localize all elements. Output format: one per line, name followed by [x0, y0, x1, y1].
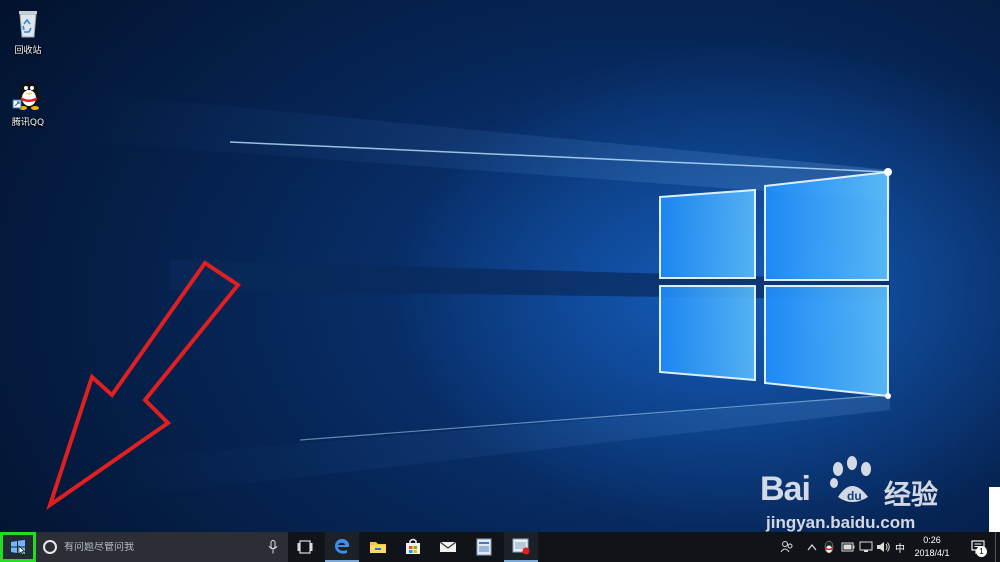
desktop: 回收站 腾讯QQ Bai du 经验 jingyan.baidu.com [0, 0, 1000, 532]
svg-text:du: du [847, 489, 862, 503]
task-view-icon [297, 540, 313, 554]
people-icon [780, 541, 793, 553]
show-desktop-button[interactable] [995, 532, 1000, 562]
volume-icon [877, 542, 890, 552]
search-input[interactable] [64, 541, 260, 553]
baidu-jingyan-watermark: Bai du 经验 jingyan.baidu.com [760, 455, 1000, 532]
windows-logo-icon [11, 540, 26, 555]
tray-ime[interactable]: 中 [893, 532, 907, 562]
edge-icon [335, 539, 350, 554]
microphone-icon[interactable] [268, 540, 278, 554]
tray-battery[interactable] [840, 532, 856, 562]
tray-volume[interactable] [875, 532, 891, 562]
desktop-icon-recycle-bin[interactable]: 回收站 [0, 6, 56, 56]
tray-people[interactable] [778, 532, 796, 562]
search-box[interactable] [36, 532, 288, 562]
chevron-up-icon [807, 544, 817, 551]
desktop-icon-label: 回收站 [14, 46, 42, 56]
app-window-red-icon [512, 538, 530, 555]
paw-icon: du [830, 456, 871, 503]
watermark-brand-cn: 经验 [884, 480, 938, 511]
network-icon [859, 541, 873, 552]
tray-network[interactable] [858, 532, 874, 562]
notification-count-badge: 1 [976, 546, 987, 557]
desktop-icon-qq[interactable]: 腾讯QQ [0, 78, 56, 128]
desktop-icon-label: 腾讯QQ [11, 118, 45, 128]
clock-date: 2018/4/1 [914, 548, 950, 558]
recycle-bin-icon [19, 11, 37, 38]
watermark-brand: Bai [760, 470, 811, 508]
store-bag-icon [406, 538, 420, 554]
start-button[interactable] [0, 532, 36, 562]
taskbar-store[interactable] [396, 532, 430, 562]
mail-icon [439, 541, 457, 552]
edge-white-panel [989, 487, 1000, 532]
cortana-icon[interactable] [43, 540, 57, 554]
qq-tray-icon [824, 540, 834, 554]
watermark-url: jingyan.baidu.com [766, 513, 916, 532]
taskbar: 中 0:26 2018/4/1 [0, 532, 1000, 562]
taskbar-app-2[interactable] [504, 532, 538, 562]
tray-show-hidden[interactable] [805, 532, 819, 562]
tray-clock[interactable]: 0:26 2018/4/1 [906, 534, 958, 560]
annotation-arrow [46, 260, 241, 511]
taskbar-app-1[interactable] [467, 532, 501, 562]
taskbar-task-view[interactable] [288, 532, 322, 562]
taskbar-file-explorer[interactable] [361, 532, 395, 562]
tray-qq[interactable] [821, 532, 837, 562]
taskbar-mail[interactable] [431, 532, 465, 562]
app-window-icon [476, 538, 492, 556]
taskbar-edge[interactable] [325, 532, 359, 562]
folder-icon [370, 542, 386, 553]
battery-icon [841, 542, 855, 552]
clock-time: 0:26 [923, 535, 941, 545]
qq-penguin-icon [12, 82, 39, 110]
